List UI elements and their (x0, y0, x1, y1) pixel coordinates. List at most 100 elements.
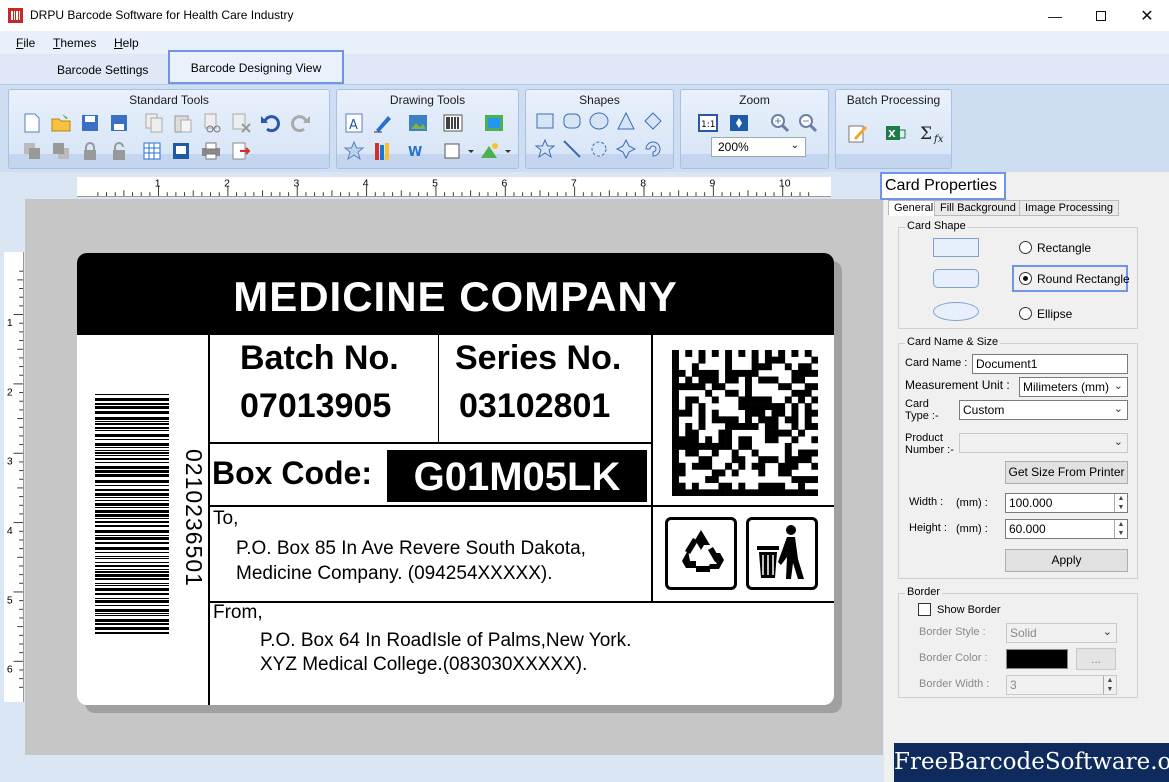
series-label[interactable]: Series No. (455, 339, 621, 378)
paste-button[interactable] (172, 112, 194, 134)
grid-button[interactable] (141, 140, 163, 162)
datamatrix-module (811, 423, 818, 430)
zoom-in-button[interactable] (769, 112, 791, 134)
undo-button[interactable] (259, 112, 281, 134)
spin-arrows-icon[interactable]: ▲ ▼ (1114, 520, 1127, 538)
fit-to-window-button[interactable] (728, 112, 750, 134)
apply-button[interactable]: Apply (1005, 549, 1128, 572)
delete-button[interactable] (230, 112, 252, 134)
recycle-symbol[interactable] (665, 517, 737, 590)
burst-shape-button[interactable] (588, 138, 610, 160)
save-as-button[interactable] (108, 112, 130, 134)
print-button[interactable] (200, 140, 222, 162)
picture-dropdown[interactable] (479, 140, 513, 162)
border-color-picker-button[interactable]: ... (1076, 648, 1116, 670)
print-preview-button[interactable] (170, 140, 192, 162)
excel-import-button[interactable]: X (884, 122, 906, 144)
batch-label[interactable]: Batch No. (240, 339, 399, 378)
border-width-input[interactable]: 3 ▲ ▼ (1006, 675, 1117, 695)
unlock-button[interactable] (108, 140, 130, 162)
from-label[interactable]: From, (213, 602, 263, 624)
design-canvas[interactable]: MEDICINE COMPANY Batch No. 07013905 Seri… (25, 199, 883, 755)
to-label[interactable]: To, (213, 508, 238, 530)
new-button[interactable] (21, 112, 43, 134)
send-back-button[interactable] (21, 140, 43, 162)
batch-edit-button[interactable] (846, 122, 868, 144)
diamond-shape-button[interactable] (642, 110, 664, 132)
cut-button[interactable] (201, 112, 223, 134)
arc-shape-button[interactable] (642, 138, 664, 160)
text-tool-button[interactable]: A (343, 112, 365, 134)
batch-value[interactable]: 07013905 (240, 387, 391, 426)
ellipse-radio[interactable] (1019, 307, 1032, 320)
four-point-star-shape-button[interactable] (615, 138, 637, 160)
horizontal-scrollbar[interactable] (0, 758, 884, 782)
export-button[interactable] (230, 140, 252, 162)
menu-file[interactable]: File (16, 36, 35, 50)
round-rectangle-radio[interactable] (1019, 272, 1032, 285)
triangle-shape-button[interactable] (615, 110, 637, 132)
linear-barcode[interactable] (95, 394, 169, 637)
label-card[interactable]: MEDICINE COMPANY Batch No. 07013905 Seri… (77, 253, 834, 705)
from-address-line-1[interactable]: P.O. Box 64 In RoadIsle of Palms,New Yor… (260, 630, 631, 652)
watermark-tool-button[interactable]: W (407, 140, 429, 162)
box-code-label[interactable]: Box Code: (212, 455, 372, 492)
spin-arrows-icon[interactable]: ▲ ▼ (1114, 494, 1127, 512)
maximize-button[interactable] (1078, 0, 1124, 31)
save-button[interactable] (79, 112, 101, 134)
star-shape-tool-button[interactable] (343, 140, 365, 162)
tab-fill-background[interactable]: Fill Background (934, 200, 1022, 216)
measurement-unit-select[interactable]: Milimeters (mm) ⌄ (1019, 377, 1128, 397)
copy-button[interactable] (143, 112, 165, 134)
ellipse-shape-button[interactable] (588, 110, 610, 132)
datamatrix-module (784, 456, 792, 464)
rectangle-radio[interactable] (1019, 241, 1032, 254)
barcode-tool-button[interactable] (442, 112, 464, 134)
star-shape-button[interactable] (534, 138, 556, 160)
actual-size-button[interactable]: 1:1 (697, 112, 719, 134)
border-style-select[interactable]: Solid ⌄ (1006, 623, 1117, 643)
datamatrix-barcode[interactable] (672, 350, 818, 496)
formula-button[interactable]: Σfx (920, 122, 948, 144)
tab-barcode-designing-view[interactable]: Barcode Designing View (168, 50, 344, 84)
card-type-select[interactable]: Custom ⌄ (959, 400, 1128, 420)
series-value[interactable]: 03102801 (459, 387, 610, 426)
tab-image-processing[interactable]: Image Processing (1019, 200, 1120, 216)
line-shape-button[interactable] (561, 138, 583, 160)
product-number-select[interactable]: ⌄ (959, 433, 1128, 453)
tab-general[interactable]: General (888, 200, 940, 216)
tab-barcode-settings[interactable]: Barcode Settings (57, 63, 148, 77)
zoom-out-button[interactable] (797, 112, 819, 134)
pencil-tool-button[interactable] (372, 112, 394, 134)
menu-themes[interactable]: Themes (53, 36, 96, 50)
lock-button[interactable] (79, 140, 101, 162)
height-input[interactable]: 60.000 ▲ ▼ (1005, 519, 1128, 539)
get-size-from-printer-button[interactable]: Get Size From Printer (1005, 461, 1128, 484)
barcode-number-text[interactable]: 0210236501 (180, 449, 207, 587)
width-input[interactable]: 100.000 ▲ ▼ (1005, 493, 1128, 513)
zoom-level-select[interactable]: 200% ⌄ (711, 137, 806, 157)
trash-disposal-symbol[interactable] (746, 517, 818, 590)
menu-help[interactable]: Help (114, 36, 139, 50)
to-address-line-2[interactable]: Medicine Company. (094254XXXXX). (236, 563, 552, 585)
card-header-text[interactable]: MEDICINE COMPANY (77, 253, 834, 335)
show-border-checkbox[interactable] (918, 603, 931, 616)
minimize-button[interactable]: — (1032, 0, 1078, 31)
border-color-swatch[interactable] (1006, 649, 1068, 669)
to-address-line-1[interactable]: P.O. Box 85 In Ave Revere South Dakota, (236, 538, 586, 560)
round-rectangle-shape-button[interactable] (561, 110, 583, 132)
close-button[interactable]: ✕ (1124, 0, 1169, 31)
align-tool-dropdown[interactable] (442, 140, 476, 162)
from-address-line-2[interactable]: XYZ Medical College.(083030XXXXX). (260, 654, 587, 676)
open-button[interactable] (50, 112, 72, 134)
picture-tool-button[interactable] (407, 112, 429, 134)
round-rectangle-option[interactable]: Round Rectangle (1012, 265, 1130, 292)
rectangle-shape-button[interactable] (534, 110, 556, 132)
card-name-input[interactable]: Document1 (972, 354, 1128, 374)
bring-front-button[interactable] (50, 140, 72, 162)
spin-arrows-icon[interactable]: ▲ ▼ (1103, 676, 1116, 694)
image-library-button[interactable] (483, 112, 505, 134)
library-tool-button[interactable] (372, 140, 394, 162)
redo-button[interactable] (290, 112, 312, 134)
box-code-value[interactable]: G01M05LK (387, 450, 647, 502)
